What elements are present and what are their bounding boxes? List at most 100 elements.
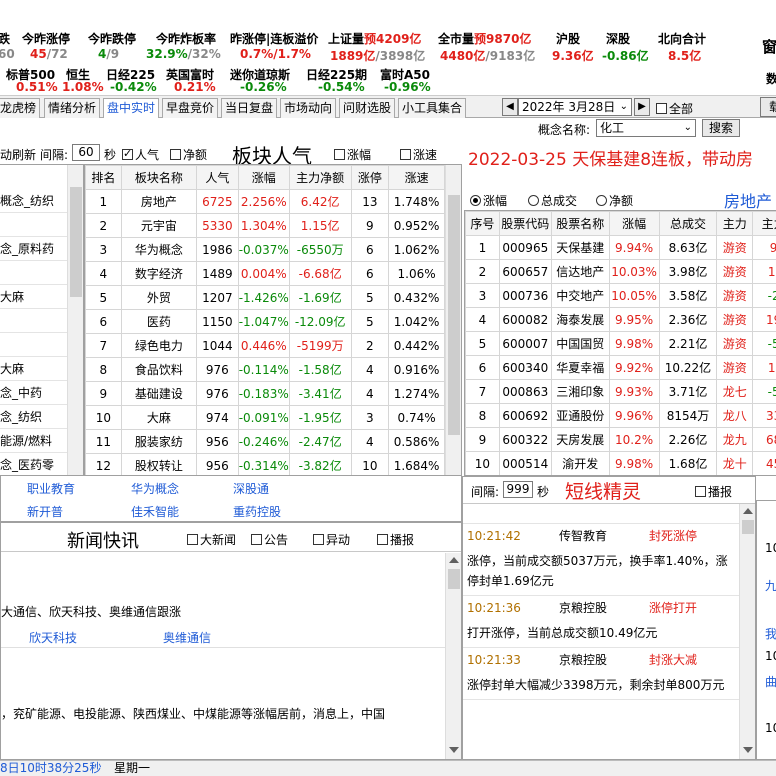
flash-interval-input[interactable]: 999 [503,481,533,498]
table-row[interactable]: 9 基础建设 976 -0.183% -3.41亿 4 1.274% [85,381,445,406]
table-row[interactable]: 10 大麻 974 -0.091% -1.95亿 3 0.74% [85,405,445,430]
announcement-checkbox[interactable]: 公告 [251,531,288,548]
table-row[interactable]: 2 元宇宙 5330 1.304% 1.15亿 9 0.952% [85,213,445,238]
flash-item-header[interactable]: 10:21:33 京粮控股 封涨大减 [463,647,739,671]
tab-auction[interactable]: 早盘竞价 [162,98,219,118]
table-row[interactable]: 8 食品饮料 976 -0.114% -1.58亿 4 0.916% [85,357,445,382]
column-header[interactable]: 主力 [716,211,754,236]
side-list-item[interactable]: 念_医药零 [0,453,67,475]
abnormal-checkbox[interactable]: 异动 [313,531,350,548]
column-header[interactable]: 涨幅 [237,165,290,190]
column-header[interactable]: 涨速 [388,165,445,190]
rise-checkbox[interactable]: 涨幅 [334,146,371,163]
side-list-item[interactable] [0,333,67,357]
tab-market-trend[interactable]: 市场动向 [280,98,337,118]
table-row[interactable]: 6600340华夏幸福9.92%10.22亿游资1. [465,355,776,380]
column-header[interactable]: 总成交 [658,211,718,236]
table-row[interactable]: 7000863三湘印象9.93%3.71亿龙七-5 [465,379,776,404]
table-row[interactable]: 3 华为概念 1986 -0.037% -6550万 6 1.062% [85,237,445,262]
popularity-checkbox[interactable]: 人气 [122,146,159,163]
big-news-checkbox[interactable]: 大新闻 [187,531,236,548]
table-row[interactable]: 8600692亚通股份9.96%8154万龙八33 [465,403,776,428]
link-item[interactable]: 新开普 [27,503,63,520]
load-button[interactable]: 载 [760,97,776,117]
sort-volume-radio[interactable]: 总成交 [528,192,577,209]
interval-input[interactable]: 60 [72,144,100,161]
table-row[interactable]: 5 外贸 1207 -1.426% -1.69亿 5 0.432% [85,285,445,310]
scroll-thumb[interactable] [70,187,82,297]
net-checkbox[interactable]: 净额 [170,146,207,163]
scroll-up-icon[interactable] [449,557,459,563]
board-scrollbar[interactable] [445,165,461,475]
column-header[interactable]: 股票代码 [498,211,552,236]
column-header[interactable]: 股票名称 [550,211,610,236]
concept-select[interactable]: 化工 ⌄ [596,119,696,137]
tab-sentiment[interactable]: 情绪分析 [44,98,101,118]
all-checkbox[interactable]: 全部 [656,100,693,117]
side-list-item[interactable] [0,213,67,237]
search-button[interactable]: 搜索 [702,119,740,137]
tab-review[interactable]: 当日复盘 [221,98,278,118]
date-picker[interactable]: 2022年 3月28日 ⌄ [518,98,632,116]
news-link[interactable]: 奥维通信 [163,629,211,646]
link-item[interactable]: 华为概念 [131,480,179,497]
sort-rise-radio[interactable]: 涨幅 [470,192,507,209]
side-list-item[interactable]: 念_原料药 [0,237,67,261]
flash-item-header[interactable]: 10:21:36 京粮控股 涨停打开 [463,595,739,619]
link-item[interactable]: 深股通 [233,480,269,497]
table-row[interactable]: 3000736中交地产10.05%3.58亿游资-2 [465,283,776,308]
side-list-item[interactable]: 大麻 [0,285,67,309]
prev-date-button[interactable]: ◀ [502,98,518,116]
column-header[interactable]: 涨幅 [608,211,660,236]
tab-intraday[interactable]: 盘中实时 [103,98,160,118]
news-link[interactable]: 欣天科技 [29,629,77,646]
table-row[interactable]: 10000514渝开发9.98%1.68亿龙十45 [465,451,776,475]
flash-scrollbar[interactable] [739,504,755,759]
side-list-scrollbar[interactable] [67,165,83,475]
table-row[interactable]: 1 房地产 6725 2.256% 6.42亿 13 1.748% [85,189,445,214]
scroll-thumb[interactable] [448,569,460,589]
news-scrollbar[interactable] [445,553,461,759]
next-date-button[interactable]: ▶ [634,98,650,116]
column-header[interactable]: 序号 [465,211,500,236]
tab-stock-picker[interactable]: 问财选股 [339,98,396,118]
side-list-item[interactable]: 大麻 [0,357,67,381]
table-row[interactable]: 11 服装家纺 956 -0.246% -2.47亿 4 0.586% [85,429,445,454]
scroll-thumb[interactable] [742,520,754,534]
column-header[interactable]: 主力 [752,211,776,236]
speed-checkbox[interactable]: 涨速 [400,146,437,163]
side-list-item[interactable]: 能源/燃料 [0,429,67,453]
flash-broadcast-checkbox[interactable]: 播报 [695,483,732,500]
table-row[interactable]: 1000965天保基建9.94%8.63亿游资9 [465,235,776,260]
table-row[interactable]: 12 股权转让 956 -0.314% -3.82亿 10 1.684% [85,453,445,475]
column-header[interactable]: 人气 [196,165,239,190]
side-list-item[interactable] [0,261,67,285]
link-item[interactable]: 重药控股 [233,503,281,520]
link-item[interactable]: 职业教育 [27,480,75,497]
flash-item-header[interactable]: 10:21:42 传智教育 封死涨停 [463,523,739,547]
side-list-item[interactable]: 念_纺织 [0,405,67,429]
scroll-thumb[interactable] [448,195,460,435]
table-row[interactable]: 5600007中国国贸9.98%2.21亿游资-5 [465,331,776,356]
table-row[interactable]: 4 数字经济 1489 0.004% -6.68亿 6 1.06% [85,261,445,286]
side-list-item[interactable] [0,309,67,333]
tab-tools[interactable]: 小工具集合 [398,98,467,118]
table-row[interactable]: 2600657信达地产10.03%3.98亿游资1. [465,259,776,284]
link-item[interactable]: 佳禾智能 [131,503,179,520]
table-row[interactable]: 9600322天房发展10.2%2.26亿龙九68 [465,427,776,452]
sort-net-radio[interactable]: 净额 [596,192,633,209]
column-header[interactable]: 板块名称 [120,165,198,190]
side-list-item[interactable]: 概念_纺织 [0,189,67,213]
scroll-up-icon[interactable] [743,508,753,514]
table-row[interactable]: 4600082海泰发展9.95%2.36亿游资19 [465,307,776,332]
scroll-down-icon[interactable] [449,747,459,753]
column-header[interactable]: 涨停 [350,165,390,190]
table-row[interactable]: 7 绿色电力 1044 0.446% -5199万 2 0.442% [85,333,445,358]
broadcast-checkbox[interactable]: 播报 [377,531,414,548]
column-header[interactable]: 主力净额 [288,165,352,190]
side-list-item[interactable]: 念_中药 [0,381,67,405]
table-row[interactable]: 6 医药 1150 -1.047% -12.09亿 5 1.042% [85,309,445,334]
column-header[interactable]: 排名 [85,165,122,190]
scroll-down-icon[interactable] [743,747,753,753]
tab-dragon-tiger[interactable]: 龙虎榜 [0,98,41,118]
